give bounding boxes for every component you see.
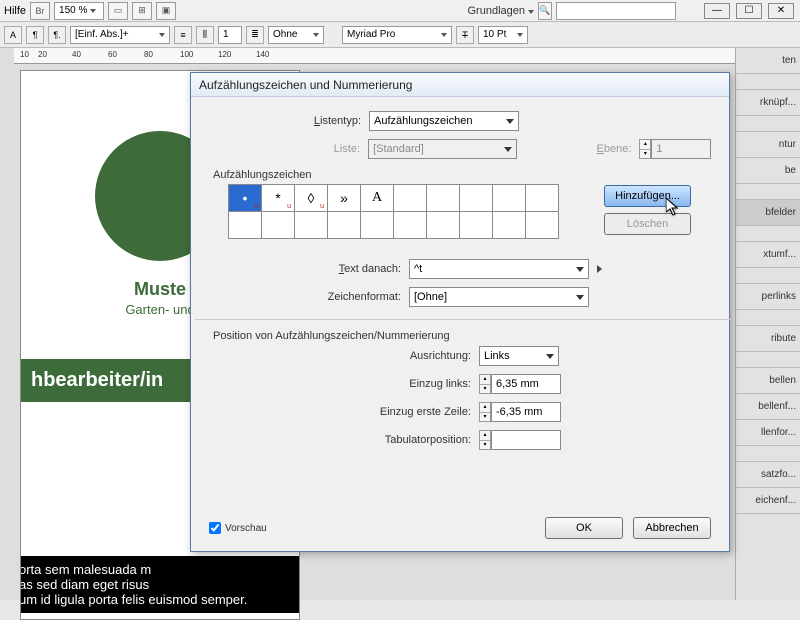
tab-position-label: Tabulatorposition:	[229, 434, 479, 446]
preview-checkbox[interactable]: Vorschau	[209, 522, 267, 534]
columns-icon[interactable]: ⫼	[196, 26, 214, 44]
panel-tab[interactable]: ntur	[736, 132, 800, 158]
bullet-cell-empty[interactable]	[261, 211, 295, 239]
bullet-cell-empty[interactable]	[393, 211, 427, 239]
font-size-field[interactable]: 10 Pt	[478, 26, 528, 44]
bullet-cell-empty[interactable]	[426, 184, 460, 212]
tab-position-spinner[interactable]: ▴▾	[479, 430, 491, 450]
align-icon[interactable]: ≡	[174, 26, 192, 44]
panel-tab[interactable]: bfelder	[736, 200, 800, 226]
indent-left-spinner[interactable]: ▴▾	[479, 374, 491, 394]
search-input[interactable]	[556, 2, 676, 20]
level-spinner: ▴▾	[639, 139, 651, 159]
app-topbar: Hilfe Br 150 % ▭ ⊞ ▣ Grundlagen 🔍 — ☐ ✕	[0, 0, 800, 22]
panel-tab[interactable]: bellen	[736, 368, 800, 394]
text-after-label: Text danach:	[229, 263, 409, 275]
span-icon[interactable]: ≣	[246, 26, 264, 44]
cancel-button[interactable]: Abbrechen	[633, 517, 711, 539]
panel-tab[interactable]: ten	[736, 48, 800, 74]
bullet-cell-empty[interactable]	[492, 184, 526, 212]
bullet-cell-empty[interactable]	[492, 211, 526, 239]
window-close[interactable]: ✕	[768, 3, 794, 19]
ok-button[interactable]: OK	[545, 517, 623, 539]
window-maximize[interactable]: ☐	[736, 3, 762, 19]
bullet-cell-empty[interactable]	[426, 211, 460, 239]
list-dropdown: [Standard]	[368, 139, 517, 159]
panel-tab[interactable]: be	[736, 158, 800, 184]
bullet-cell-empty[interactable]	[459, 184, 493, 212]
bullet-cell-empty[interactable]	[525, 184, 559, 212]
bridge-button[interactable]: Br	[30, 2, 50, 20]
horizontal-ruler: 10 20 40 60 80 100 120 140	[14, 48, 800, 64]
font-size-icon: T	[456, 26, 474, 44]
bullet-cell[interactable]: *	[261, 184, 295, 212]
pilcrow-icon[interactable]: ¶.	[48, 26, 66, 44]
paragraph-style-field[interactable]: [Einf. Abs.]+	[70, 26, 170, 44]
char-style-dropdown[interactable]: [Ohne]	[409, 287, 589, 307]
level-label: Ebene:	[597, 143, 640, 155]
bullet-cell[interactable]: ◊	[294, 184, 328, 212]
panel-tab[interactable]: perlinks	[736, 284, 800, 310]
panel-tab[interactable]: llenfor...	[736, 420, 800, 446]
bullet-cell[interactable]: »	[327, 184, 361, 212]
screen-mode-icon[interactable]: ▣	[156, 2, 176, 20]
alignment-label: Ausrichtung:	[229, 350, 479, 362]
text-after-flyout-icon[interactable]	[597, 265, 601, 273]
first-line-indent-field[interactable]: -6,35 mm	[491, 402, 561, 422]
control-panel-row: A ¶ ¶. [Einf. Abs.]+ ≡ ⫼ 1 ≣ Ohne Myriad…	[0, 22, 800, 48]
level-value: 1	[651, 139, 711, 159]
dialog-titlebar[interactable]: Aufzählungszeichen und Nummerierung	[191, 73, 729, 97]
first-line-spinner[interactable]: ▴▾	[479, 402, 491, 422]
indent-left-field[interactable]: 6,35 mm	[491, 374, 561, 394]
view-mode-icon[interactable]: ▭	[108, 2, 128, 20]
panel-tab[interactable]: satzfo...	[736, 462, 800, 488]
bullets-group-label: Aufzählungszeichen	[213, 169, 711, 181]
bullet-cell-empty[interactable]	[294, 211, 328, 239]
columns-value[interactable]: 1	[218, 26, 242, 44]
char-panel-icon[interactable]: A	[4, 26, 22, 44]
workspace-switcher[interactable]: Grundlagen	[468, 5, 535, 17]
add-bullet-button[interactable]: Hinzufügen...	[604, 185, 691, 207]
bullet-cell-empty[interactable]	[228, 211, 262, 239]
search-icon: 🔍	[538, 2, 552, 20]
tab-position-field[interactable]	[491, 430, 561, 450]
list-label: Liste:	[229, 143, 368, 155]
arrange-icon[interactable]: ⊞	[132, 2, 152, 20]
bullet-cell-empty[interactable]	[393, 184, 427, 212]
indent-left-label: Einzug links:	[229, 378, 479, 390]
bullet-cell[interactable]: •	[228, 184, 262, 212]
zoom-field[interactable]: 150 %	[54, 2, 104, 20]
list-type-dropdown[interactable]: Aufzählungszeichen	[369, 111, 519, 131]
panel-tab[interactable]: rknüpf...	[736, 90, 800, 116]
bullet-cell-empty[interactable]	[459, 211, 493, 239]
caption-lorem: orta sem malesuada m as sed diam eget ri…	[20, 556, 300, 613]
panel-tab[interactable]: ribute	[736, 326, 800, 352]
list-type-label: LListentyp:istentyp:	[229, 115, 369, 127]
window-minimize[interactable]: —	[704, 3, 730, 19]
first-line-indent-label: Einzug erste Zeile:	[229, 406, 479, 418]
char-style-label: Zeichenformat:	[229, 291, 409, 303]
help-menu[interactable]: Hilfe	[4, 5, 26, 17]
bullet-cell-empty[interactable]	[525, 211, 559, 239]
bullet-cell-empty[interactable]	[360, 211, 394, 239]
position-group-label: Position von Aufzählungszeichen/Nummerie…	[213, 330, 711, 342]
text-after-field[interactable]: ^t	[409, 259, 589, 279]
panel-tab[interactable]: xtumf...	[736, 242, 800, 268]
span-field[interactable]: Ohne	[268, 26, 324, 44]
alignment-dropdown[interactable]: Links	[479, 346, 559, 366]
para-panel-icon[interactable]: ¶	[26, 26, 44, 44]
panel-tab[interactable]: bellenf...	[736, 394, 800, 420]
bullet-cell-empty[interactable]	[327, 211, 361, 239]
delete-bullet-button: Löschen	[604, 213, 691, 235]
font-family-field[interactable]: Myriad Pro	[342, 26, 452, 44]
right-panel-dock: ten rknüpf... ntur be bfelder xtumf... p…	[735, 48, 800, 600]
bullet-cell[interactable]: A	[360, 184, 394, 212]
panel-tab[interactable]: eichenf...	[736, 488, 800, 514]
bullets-numbering-dialog: Aufzählungszeichen und Nummerierung LLis…	[190, 72, 730, 552]
